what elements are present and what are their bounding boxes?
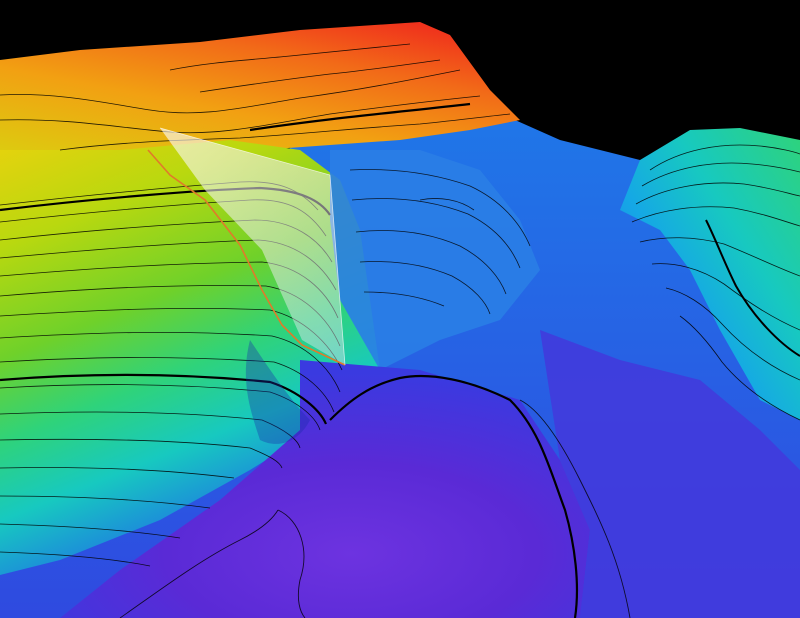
bathymetry-scene (0, 0, 800, 618)
terrain-view (0, 0, 800, 618)
